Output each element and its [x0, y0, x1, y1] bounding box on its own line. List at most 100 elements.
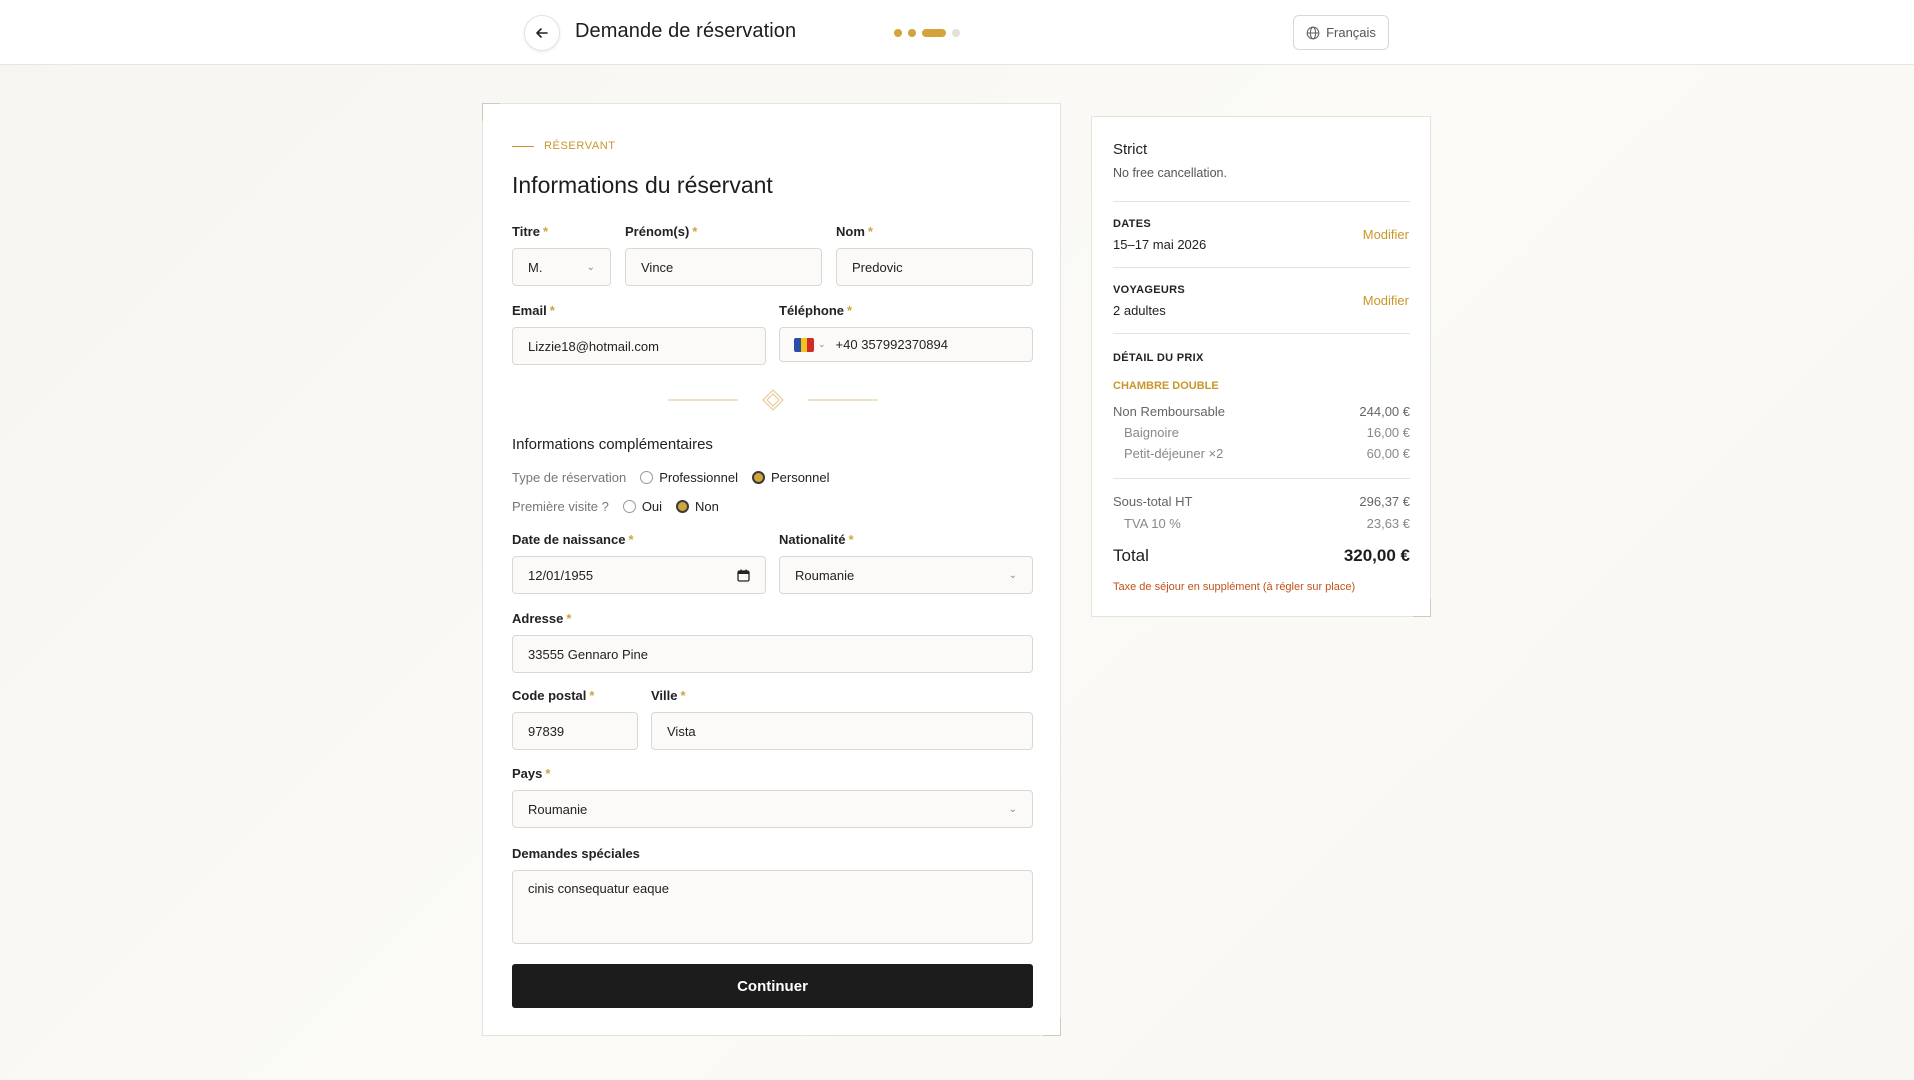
phone-input[interactable]: ⌄ +40 357992370894 [779, 327, 1033, 362]
nationality-select[interactable]: Roumanie ⌄ [779, 556, 1033, 594]
calendar-icon[interactable] [737, 569, 750, 582]
phone-value: +40 357992370894 [835, 337, 948, 352]
globe-icon [1306, 26, 1320, 39]
birthdate-value: 12/01/1955 [528, 567, 594, 583]
total-amount: 320,00 € [1343, 546, 1410, 565]
language-label: Français [1326, 25, 1376, 40]
summary-divider [1113, 267, 1410, 268]
radio-oui[interactable]: Oui [622, 499, 663, 514]
step-dot-2 [908, 29, 916, 37]
phone-label: Téléphone * [779, 303, 853, 318]
tax-label: TVA 10 % [1124, 516, 1181, 531]
corner-ornament [1413, 599, 1431, 617]
postal-code-input[interactable]: 97839 [512, 712, 638, 750]
chevron-down-icon: ⌄ [1008, 803, 1017, 815]
radio-circle-selected [676, 500, 690, 513]
special-requests-label: Demandes spéciales [512, 846, 640, 861]
corner-ornament [1043, 1018, 1061, 1036]
email-label: Email * [512, 303, 555, 318]
price-line: Baignoire 16,00 € [1113, 425, 1410, 440]
price-line-amount: 60,00 € [1366, 446, 1410, 461]
postal-code-label: Code postal * [512, 688, 595, 703]
address-input[interactable]: 33555 Gennaro Pine [512, 635, 1033, 673]
tax-row: TVA 10 % 23,63 € [1113, 516, 1410, 531]
subtotal-label: Sous-total HT [1113, 494, 1193, 509]
chevron-down-icon: ⌄ [586, 261, 595, 273]
radio-option-label: Non [695, 499, 719, 514]
nationality-label: Nationalité * [779, 532, 854, 547]
eyebrow-line [512, 145, 534, 147]
price-line-label: Non Remboursable [1113, 404, 1226, 419]
booker-form-card: RÉSERVANT Informations du réservant Titr… [482, 103, 1061, 1036]
country-select[interactable]: Roumanie ⌄ [512, 790, 1033, 828]
summary-divider [1113, 201, 1410, 202]
dates-value: 15–17 mai 2026 [1113, 237, 1207, 252]
title-label: Titre * [512, 224, 548, 239]
back-arrow-icon [536, 28, 548, 38]
step-indicator [894, 29, 960, 37]
page-title: Demande de réservation [575, 20, 797, 42]
radio-circle-selected [751, 471, 765, 484]
subtotal-row: Sous-total HT 296,37 € [1113, 494, 1410, 509]
back-button[interactable] [524, 15, 560, 51]
romania-flag-icon[interactable] [794, 337, 814, 352]
complementary-title: Informations complémentaires [512, 436, 713, 453]
reservation-type-group: Type de réservation Professionnel Person… [512, 470, 844, 485]
birthdate-input[interactable]: 12/01/1955 [512, 556, 766, 594]
special-requests-textarea[interactable]: cinis consequatur eaque [512, 870, 1033, 944]
first-visit-group: Première visite ? Oui Non [512, 499, 733, 514]
continue-button[interactable]: Continuer [512, 964, 1033, 1008]
price-line-label: Petit-déjeuner ×2 [1124, 446, 1224, 461]
radio-option-label: Personnel [770, 470, 830, 485]
address-label: Adresse * [512, 611, 572, 626]
country-value: Roumanie [528, 801, 588, 817]
tax-amount: 23,63 € [1366, 516, 1410, 531]
radio-circle [622, 500, 636, 513]
price-line: Non Remboursable 244,00 € [1113, 404, 1410, 419]
total-label: Total [1113, 546, 1149, 565]
top-bar: Demande de réservation Français [0, 0, 1914, 65]
city-input[interactable]: Vista [651, 712, 1033, 750]
lastname-input[interactable]: Predovic [836, 248, 1033, 286]
title-select[interactable]: M. ⌄ [512, 248, 611, 286]
booking-summary-card: Strict No free cancellation. DATES 15–17… [1091, 116, 1431, 617]
corner-ornament [482, 103, 500, 121]
lastname-label: Nom * [836, 224, 873, 239]
step-dot-3-current [922, 29, 946, 37]
room-type: CHAMBRE DOUBLE [1113, 380, 1219, 392]
nationality-value: Roumanie [795, 567, 855, 583]
chevron-down-icon: ⌄ [1008, 569, 1017, 581]
summary-divider [1113, 478, 1410, 479]
tourist-tax-note: Taxe de séjour en supplément (à régler s… [1113, 581, 1356, 593]
policy-description: No free cancellation. [1113, 166, 1227, 180]
modify-dates-link[interactable]: Modifier [1363, 227, 1409, 242]
language-button[interactable]: Français [1293, 15, 1389, 50]
section-eyebrow: RÉSERVANT [512, 140, 616, 152]
ornament-divider [668, 389, 878, 411]
title-value: M. [528, 259, 543, 275]
radio-option-label: Professionnel [659, 470, 738, 485]
step-dot-4 [952, 29, 960, 37]
price-line-amount: 16,00 € [1366, 425, 1410, 440]
radio-non[interactable]: Non [676, 499, 719, 514]
radio-option-label: Oui [641, 499, 663, 514]
dates-caption: DATES [1113, 218, 1151, 230]
reservation-type-label: Type de réservation [512, 470, 627, 485]
country-label: Pays * [512, 766, 551, 781]
travelers-caption: VOYAGEURS [1113, 284, 1185, 296]
email-input[interactable]: Lizzie18@hotmail.com [512, 327, 766, 365]
city-label: Ville * [651, 688, 686, 703]
policy-title: Strict [1113, 141, 1148, 158]
radio-professionnel[interactable]: Professionnel [640, 470, 738, 485]
radio-personnel[interactable]: Personnel [751, 470, 830, 485]
total-row: Total 320,00 € [1113, 546, 1410, 566]
price-line-label: Baignoire [1124, 425, 1179, 440]
subtotal-amount: 296,37 € [1359, 494, 1410, 509]
step-dot-1 [894, 29, 902, 37]
modify-travelers-link[interactable]: Modifier [1363, 293, 1409, 308]
price-detail-caption: DÉTAIL DU PRIX [1113, 352, 1204, 364]
price-line-amount: 244,00 € [1359, 404, 1410, 419]
firstname-input[interactable]: Vince [625, 248, 822, 286]
travelers-value: 2 adultes [1113, 303, 1166, 318]
first-visit-label: Première visite ? [512, 499, 609, 514]
